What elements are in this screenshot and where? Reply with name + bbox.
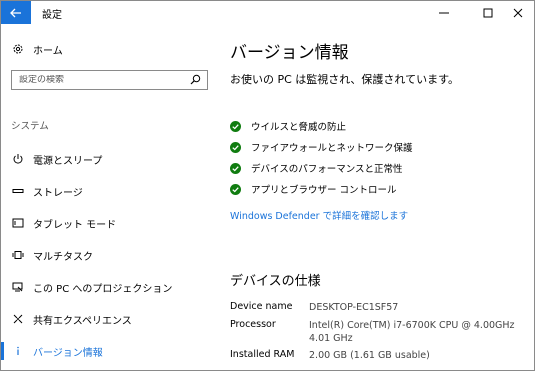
sidebar: ホーム システム 電源とスリープ ストレージ タブレッ — [1, 24, 217, 370]
sidebar-item-label: 共有エクスペリエンス — [33, 315, 132, 327]
storage-icon — [11, 184, 25, 198]
defender-details-link[interactable]: Windows Defender で詳細を確認します — [230, 208, 408, 222]
shared-experiences-icon — [11, 312, 25, 326]
title-bar: 設定 — [1, 1, 534, 24]
checkmark-circle-icon — [230, 183, 241, 195]
minimize-button[interactable] — [428, 1, 460, 24]
sidebar-item-storage[interactable]: ストレージ — [1, 179, 217, 203]
search-box[interactable] — [11, 70, 208, 90]
minimize-icon — [439, 12, 449, 13]
section-heading: システム — [11, 121, 49, 132]
power-icon — [11, 152, 25, 166]
device-specs-heading: デバイスの仕様 — [230, 274, 321, 289]
sidebar-item-shared-experiences[interactable]: 共有エクスペリエンス — [1, 307, 217, 331]
sidebar-item-label: タブレット モード — [33, 219, 117, 231]
search-input[interactable] — [19, 75, 189, 85]
sidebar-item-multitasking[interactable]: マルチタスク — [1, 243, 217, 267]
check-item-label: デバイスのパフォーマンスと正常性 — [251, 164, 403, 175]
sidebar-item-label: ホーム — [33, 45, 63, 57]
spec-value: 2.00 GB (1.61 GB usable) — [309, 350, 430, 361]
multitasking-icon — [11, 248, 25, 262]
back-arrow-icon — [10, 8, 21, 17]
checkmark-circle-icon — [230, 141, 241, 153]
check-item-label: ファイアウォールとネットワーク保護 — [251, 143, 413, 154]
check-item-label: ウイルスと脅威の防止 — [251, 122, 347, 133]
maximize-icon — [483, 8, 493, 17]
sidebar-item-tablet-mode[interactable]: タブレット モード — [1, 211, 217, 235]
search-icon — [190, 74, 201, 85]
settings-window: 設定 ホーム システム — [0, 0, 535, 371]
sidebar-item-label: 電源とスリープ — [33, 155, 103, 167]
sidebar-item-label: この PC へのプロジェクション — [33, 283, 173, 295]
sidebar-item-label: マルチタスク — [33, 251, 93, 263]
tablet-mode-icon — [11, 216, 25, 230]
spec-value: DESKTOP-EC1SF57 — [309, 302, 399, 313]
maximize-button[interactable] — [472, 1, 504, 24]
spec-label: Device name — [230, 301, 293, 312]
checkmark-circle-icon — [230, 120, 241, 132]
check-item: ファイアウォールとネットワーク保護 — [230, 139, 413, 155]
sidebar-item-projection[interactable]: この PC へのプロジェクション — [1, 275, 217, 299]
gear-icon — [11, 42, 25, 56]
sidebar-item-about[interactable]: バージョン情報 — [1, 339, 217, 363]
sidebar-item-label: ストレージ — [33, 187, 83, 199]
check-item: ウイルスと脅威の防止 — [230, 118, 346, 134]
main-content: バージョン情報 お使いの PC は監視され、保護されています。 ウイルスと脅威の… — [217, 24, 534, 370]
sidebar-item-home[interactable]: ホーム — [1, 37, 217, 61]
spec-label: Installed RAM — [230, 349, 295, 360]
window-title: 設定 — [42, 10, 62, 21]
check-item-label: アプリとブラウザー コントロール — [251, 185, 397, 196]
sidebar-item-label: バージョン情報 — [33, 347, 103, 359]
page-title: バージョン情報 — [230, 43, 349, 63]
spec-value: Intel(R) Core(TM) i7-6700K CPU @ 4.00GHz… — [309, 320, 515, 344]
back-button[interactable] — [1, 1, 31, 24]
check-item: アプリとブラウザー コントロール — [230, 181, 397, 197]
close-icon — [513, 8, 523, 17]
projection-icon — [11, 280, 25, 294]
protection-status: お使いの PC は監視され、保護されています。 — [230, 73, 459, 86]
selection-indicator — [1, 342, 4, 360]
info-icon — [11, 344, 25, 358]
check-item: デバイスのパフォーマンスと正常性 — [230, 160, 403, 176]
sidebar-item-power-sleep[interactable]: 電源とスリープ — [1, 147, 217, 171]
spec-label: Processor — [230, 319, 276, 330]
close-button[interactable] — [502, 1, 534, 24]
checkmark-circle-icon — [230, 162, 241, 174]
